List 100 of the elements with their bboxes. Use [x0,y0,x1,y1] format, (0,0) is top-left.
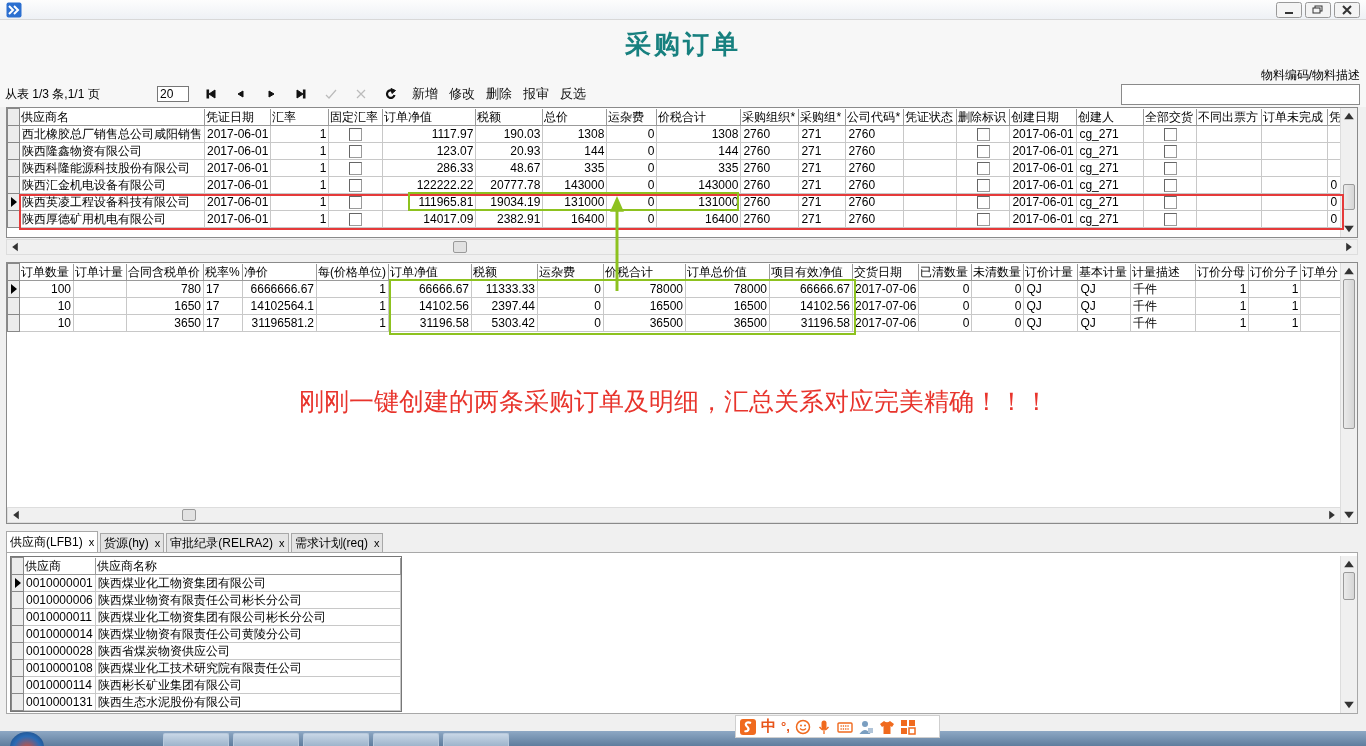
column-header[interactable]: 供应商名称 [95,557,401,575]
column-header[interactable]: 订价分子 [1248,263,1301,281]
column-header[interactable]: 公司代码* [845,108,904,126]
scroll-thumb[interactable] [1343,184,1355,210]
checkbox[interactable] [1163,162,1177,175]
tab[interactable]: 供应商(LFB1) x [6,531,99,552]
column-header[interactable]: 删除标识 [956,108,1010,126]
column-header[interactable]: 汇率 [270,108,329,126]
table-cell: 1 [316,280,389,298]
previous-icon[interactable] [235,88,247,100]
scrollbar[interactable] [1340,556,1357,713]
column-header[interactable]: 价税合计 [656,108,741,126]
shirt-icon[interactable] [878,718,895,735]
column-header[interactable]: 订单净值 [382,108,476,126]
column-header[interactable]: 净价 [242,263,317,281]
close-icon[interactable] [1334,1,1360,18]
table-cell: 陕西煤业化工物资集团有限公司 [95,574,401,592]
table-cell: 1 [270,176,329,194]
column-header[interactable]: 创建人 [1076,108,1144,126]
checkbox[interactable] [1163,196,1177,209]
column-header[interactable]: 订单数量 [19,263,74,281]
minimize-icon[interactable] [1276,1,1302,18]
tab[interactable]: 需求计划(req) x [290,533,384,552]
column-header[interactable]: 订单计量 [73,263,127,281]
checkbox[interactable] [349,196,363,209]
checkbox[interactable] [976,196,990,209]
person-icon[interactable] [857,718,874,735]
column-header[interactable]: 未清数量 [971,263,1024,281]
scroll-thumb[interactable] [453,241,467,253]
tab[interactable]: 审批纪录(RELRA2) x [166,533,289,552]
last-page-icon[interactable] [295,88,307,100]
table-cell: 陕西隆鑫物资有限公司 [19,142,205,160]
checkbox[interactable] [976,179,990,192]
restore-icon[interactable] [1305,1,1331,18]
toolbar-button[interactable]: 新增 [411,85,439,103]
toolbar-button[interactable]: 删除 [485,85,513,103]
column-header[interactable]: 采购组织* [740,108,799,126]
checkbox[interactable] [349,128,363,141]
column-header[interactable]: 运杂费 [606,108,657,126]
column-header[interactable]: 基本计量 [1077,263,1131,281]
tab-close-button[interactable]: x [154,537,161,549]
checkbox[interactable] [349,145,363,158]
tab[interactable]: 货源(hy) x [100,533,165,552]
table-cell: 36500 [603,314,686,332]
column-header[interactable]: 订单分 [1300,263,1340,281]
checkbox[interactable] [1163,145,1177,158]
checkbox[interactable] [976,128,990,141]
scrollbar[interactable] [1340,108,1357,237]
table-cell: 陕西省煤炭物资供应公司 [95,642,401,660]
checkbox[interactable] [349,179,363,192]
page-size-field[interactable]: 20 [157,86,189,102]
scrollbar[interactable] [6,239,1358,255]
grid-icon[interactable] [899,718,916,735]
column-header[interactable]: 固定汇率 [328,108,383,126]
input-mode[interactable]: 中 [761,717,776,736]
column-header[interactable]: 税率% [203,263,243,281]
column-header[interactable]: 订单未完成 [1261,108,1328,126]
scroll-thumb[interactable] [1343,279,1355,429]
checkbox[interactable] [349,162,363,175]
column-header[interactable]: 凭证日期 [204,108,271,126]
column-header[interactable]: 供应商名 [19,108,205,126]
toolbar-button[interactable]: 反选 [559,85,587,103]
checkbox[interactable] [1163,213,1177,226]
column-header[interactable]: 创建日期 [1009,108,1077,126]
scrollbar[interactable] [7,507,1341,523]
checkbox[interactable] [1163,179,1177,192]
scroll-thumb[interactable] [1343,572,1355,600]
checkbox[interactable] [976,145,990,158]
scrollbar[interactable] [1340,263,1357,523]
tab-close-button[interactable]: x [88,536,95,548]
toolbar-button[interactable]: 修改 [448,85,476,103]
column-header[interactable]: 每(价格单位) [316,263,389,281]
smiley-icon[interactable] [794,718,811,735]
column-header[interactable]: 不同出票方 [1196,108,1262,126]
table-cell: 0 [537,314,604,332]
checkbox[interactable] [976,213,990,226]
punctuation-mode[interactable]: °, [781,719,790,734]
column-header[interactable]: 订价分母 [1195,263,1249,281]
column-header[interactable]: 税额 [475,108,543,126]
checkbox[interactable] [976,162,990,175]
tab-close-button[interactable]: x [279,537,285,549]
column-header[interactable]: 交货日期 [852,263,919,281]
next-icon[interactable] [265,88,277,100]
toolbar-button[interactable]: 报审 [522,85,550,103]
checkbox[interactable] [349,213,363,226]
column-header[interactable]: 计量描述 [1130,263,1196,281]
refresh-icon[interactable] [385,88,397,100]
column-header[interactable]: 合同含税单价 [126,263,204,281]
column-header[interactable]: 总价 [542,108,607,126]
tab-close-button[interactable]: x [373,537,380,549]
scroll-thumb[interactable] [182,509,196,521]
checkbox[interactable] [1163,128,1177,141]
first-page-icon[interactable] [205,88,217,100]
column-header[interactable]: 订价计量 [1023,263,1078,281]
column-header[interactable]: 已清数量 [918,263,972,281]
search-field[interactable] [1121,83,1360,105]
column-header[interactable]: 采购组* [798,108,846,126]
column-header[interactable]: 全部交货 [1143,108,1197,126]
column-header[interactable]: 凭证状态 [903,108,957,126]
column-header[interactable]: 供应商 [23,557,96,575]
